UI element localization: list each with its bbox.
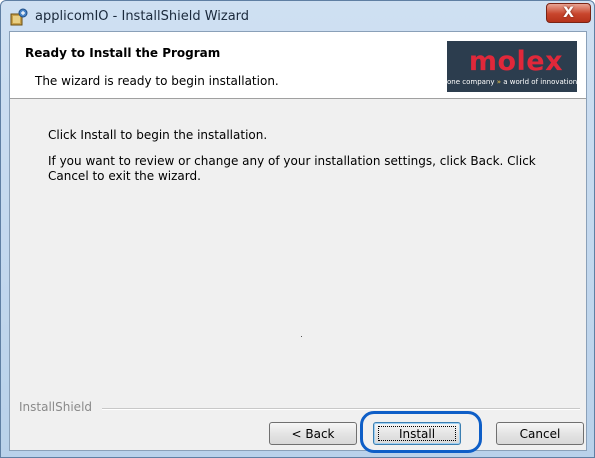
install-highlight-ring [360, 411, 482, 453]
molex-logo: molex one company » a world of innovatio… [447, 41, 577, 92]
close-button[interactable]: X [546, 3, 591, 23]
logo-tagline-start: one company [447, 78, 495, 86]
page-subtitle: The wizard is ready to begin installatio… [35, 74, 279, 88]
wizard-header: Ready to Install the Program The wizard … [10, 32, 586, 99]
installshield-label: InstallShield [19, 400, 97, 414]
cancel-button-label: Cancel [519, 426, 561, 441]
close-icon: X [563, 5, 574, 21]
instruction-text: Click Install to begin the installation. [48, 128, 268, 142]
window-title: applicomIO - InstallShield Wizard [35, 9, 250, 24]
page-title: Ready to Install the Program [25, 46, 221, 60]
installer-app-icon [10, 8, 28, 26]
logo-tagline-mark: » [496, 78, 502, 86]
wizard-panel: Ready to Install the Program The wizard … [9, 31, 587, 453]
logo-tagline: one company » a world of innovation [447, 78, 577, 86]
stray-dot [301, 336, 302, 337]
title-bar[interactable]: applicomIO - InstallShield Wizard X [1, 1, 594, 33]
logo-wordmark: molex [468, 46, 563, 77]
back-button[interactable]: < Back [269, 422, 357, 445]
cancel-button[interactable]: Cancel [496, 422, 584, 445]
back-button-label: < Back [291, 426, 335, 441]
frame-divider [102, 408, 580, 410]
review-settings-text: If you want to review or change any of y… [48, 154, 536, 183]
logo-tagline-end: a world of innovation [503, 78, 578, 86]
installer-window: applicomIO - InstallShield Wizard X Read… [0, 0, 595, 458]
